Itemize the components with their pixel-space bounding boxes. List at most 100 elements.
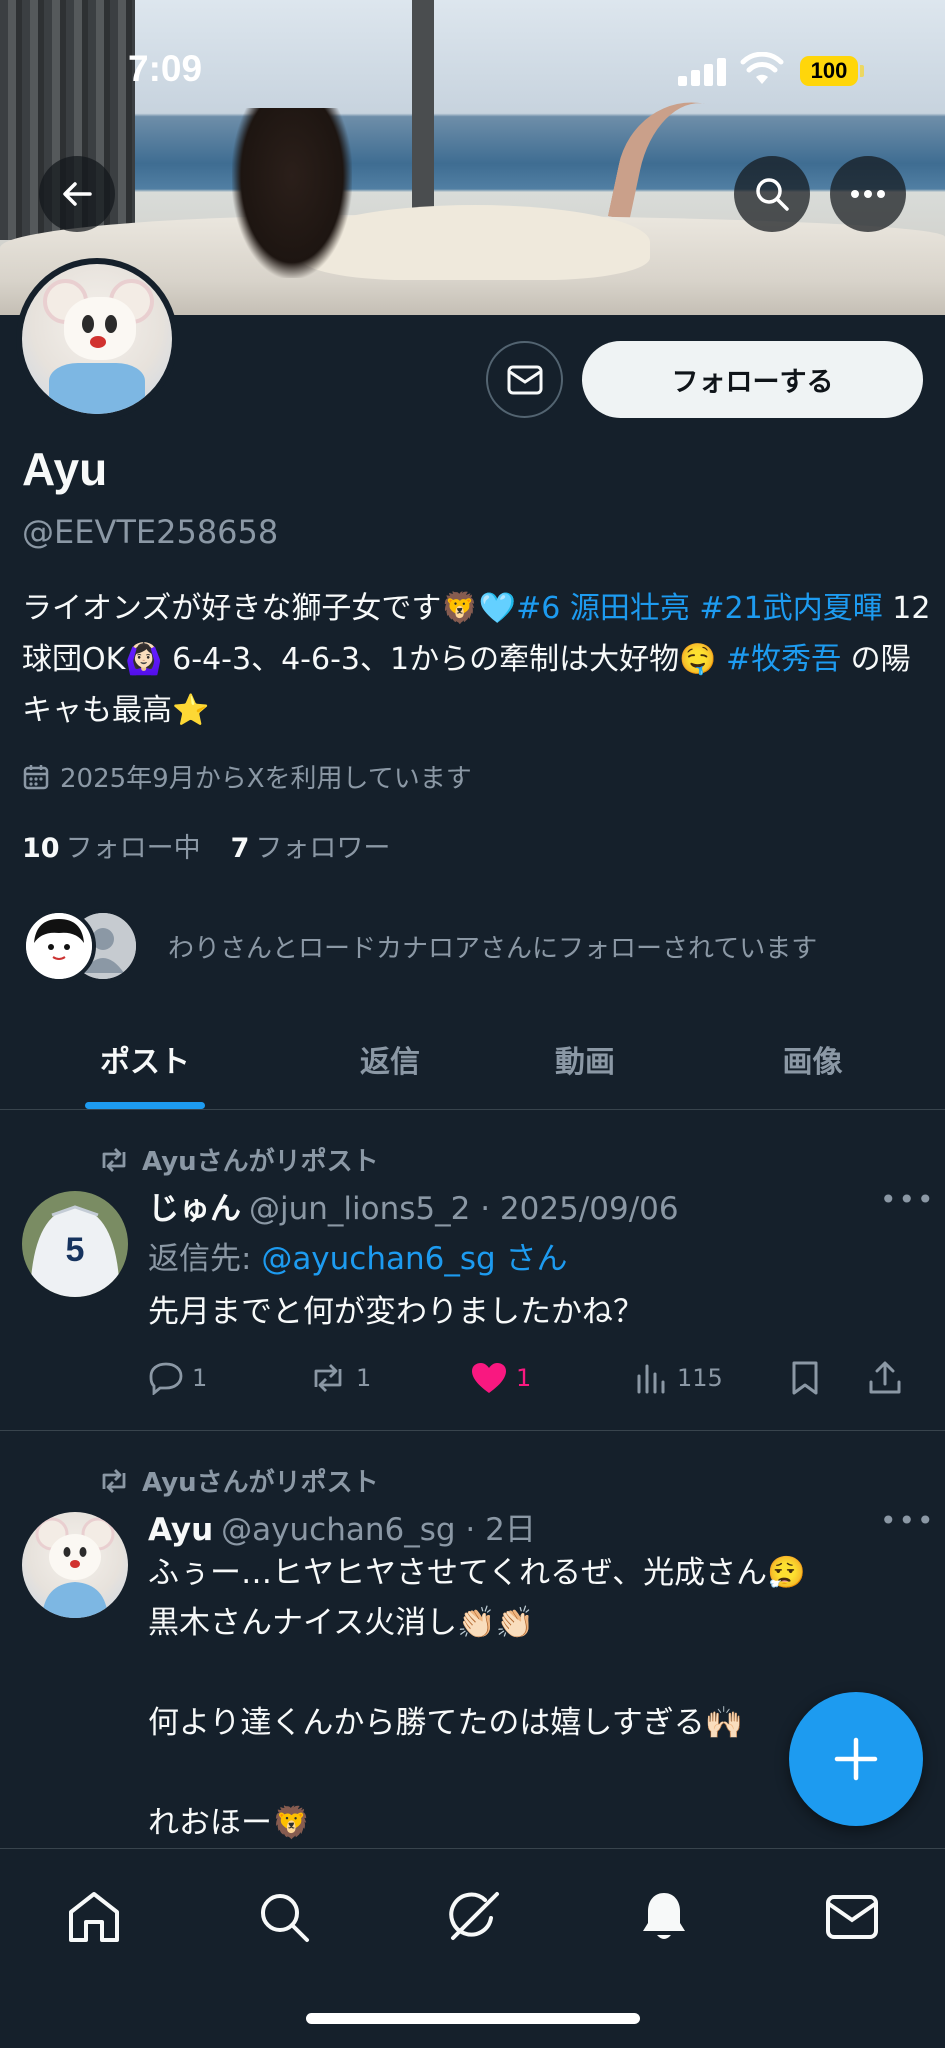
followers-label: フォロワー: [255, 833, 391, 864]
reply-to-link[interactable]: @ayuchan6_sg さん: [261, 1241, 567, 1277]
more-options-button[interactable]: [830, 156, 906, 232]
views-icon: [637, 1364, 665, 1394]
search-icon: [756, 178, 789, 211]
reply-button[interactable]: 1: [148, 1361, 308, 1395]
active-tab-indicator: [85, 1102, 205, 1109]
followed-by-text: わりさんとロードカナロアさんにフォローされています: [168, 933, 818, 964]
follow-button[interactable]: フォローする: [582, 341, 923, 418]
grok-icon: [449, 1892, 499, 1940]
back-button[interactable]: [39, 156, 115, 232]
message-button[interactable]: [486, 341, 563, 418]
reply-context: 返信先: @ayuchan6_sg さん: [148, 1233, 568, 1278]
heart-icon: [472, 1363, 506, 1393]
views-count: 115: [677, 1364, 723, 1392]
banner-figure-hair: [232, 108, 352, 278]
nav-grok[interactable]: [434, 1877, 514, 1957]
tab-videos[interactable]: 動画: [490, 1015, 680, 1109]
wifi-icon: [740, 52, 784, 84]
following-label: フォロー中: [65, 833, 201, 864]
plus-icon: [834, 1737, 878, 1781]
repost-icon: [102, 1147, 126, 1172]
mail-icon: [507, 365, 542, 394]
svg-text:5: 5: [66, 1231, 85, 1269]
search-button[interactable]: [734, 156, 810, 232]
post-author-name[interactable]: Ayu: [148, 1512, 213, 1548]
post-text: ふぅー…ヒヤヒヤさせてくれるぜ、光成さん😮‍💨 黒木さんナイス火消し👏🏻👏🏻 何…: [148, 1555, 806, 1841]
battery-tip: [860, 65, 864, 77]
profile-bio: ライオンズが好きな獅子女です🦁🩵#6 源田壮亮 #21武内夏暉 12球団OK🙆🏻…: [22, 583, 932, 736]
nav-explore[interactable]: [244, 1877, 324, 1957]
followers-link[interactable]: 7 フォロワー: [231, 826, 391, 865]
nav-notifications[interactable]: [624, 1877, 704, 1957]
profile-handle: @EEVTE258658: [22, 513, 279, 551]
views-button[interactable]: 115: [635, 1362, 790, 1394]
reply-icon: [149, 1362, 183, 1395]
tab-label: 動画: [555, 1045, 615, 1080]
follow-counts: 10 フォロー中 7 フォロワー: [22, 826, 390, 865]
status-bar: 7:09 100: [0, 0, 945, 110]
post-more-button[interactable]: •••: [880, 1504, 936, 1537]
status-time: 7:09: [128, 48, 203, 89]
follower-avatar: [22, 909, 96, 983]
repost-count: 1: [356, 1364, 372, 1392]
nav-messages[interactable]: [812, 1877, 892, 1957]
like-count: 1: [516, 1364, 532, 1392]
post-handle-date: @jun_lions5_2 · 2025/09/06: [249, 1191, 679, 1227]
more-icon: [851, 190, 885, 198]
bio-hashtag[interactable]: #21武内夏暉: [699, 591, 882, 626]
joined-date: 2025年9月からXを利用しています: [22, 758, 472, 795]
nav-home[interactable]: [54, 1877, 134, 1957]
post-author-name[interactable]: じゅん: [148, 1191, 241, 1227]
bio-hashtag[interactable]: #6 源田壮亮: [516, 591, 690, 626]
share-button[interactable]: [868, 1360, 902, 1396]
cellular-signal-icon: [678, 56, 728, 86]
bio-text: ライオンズが好きな獅子女です🦁🩵: [22, 591, 517, 626]
share-icon: [869, 1361, 901, 1394]
profile-avatar[interactable]: [16, 258, 178, 420]
mail-icon: [826, 1895, 878, 1939]
tab-replies[interactable]: 返信: [290, 1015, 490, 1109]
post-more-button[interactable]: •••: [880, 1183, 936, 1216]
like-button[interactable]: 1: [470, 1361, 635, 1395]
following-link[interactable]: 10 フォロー中: [22, 826, 201, 865]
reply-prefix: 返信先:: [148, 1241, 262, 1277]
post-author-avatar[interactable]: [22, 1512, 128, 1618]
battery-indicator: 100: [800, 56, 858, 86]
tab-label: 返信: [360, 1045, 420, 1080]
bio-hashtag[interactable]: #牧秀吾: [726, 642, 841, 677]
tab-images[interactable]: 画像: [680, 1015, 945, 1109]
compose-post-button[interactable]: [789, 1692, 923, 1826]
search-icon: [261, 1894, 309, 1942]
tab-label: ポスト: [100, 1045, 190, 1080]
post-author-avatar[interactable]: 5: [22, 1191, 128, 1297]
profile-name: Ayu: [22, 443, 108, 495]
calendar-icon: [23, 764, 49, 789]
repost-indicator: Ayuさんがリポスト: [98, 1462, 379, 1499]
followers-count: 7: [230, 833, 250, 864]
post-header: Ayu @ayuchan6_sg · 2日: [148, 1504, 536, 1549]
repost-by-text: Ayuさんがリポスト: [142, 1147, 379, 1177]
bookmark-button[interactable]: [790, 1360, 868, 1396]
profile-tabs: ポスト 返信 動画 画像: [0, 1015, 945, 1110]
tab-posts[interactable]: ポスト: [0, 1015, 290, 1109]
bookmark-icon: [792, 1361, 818, 1395]
post-actions: 1 1 1 115: [148, 1356, 928, 1400]
home-indicator: [306, 2013, 640, 2024]
reply-count: 1: [192, 1364, 208, 1392]
post-header: じゅん @jun_lions5_2 · 2025/09/06: [148, 1183, 679, 1228]
post-item[interactable]: Ayuさんがリポスト 5 じゅん @jun_lions5_2 · 2025/09/…: [0, 1111, 945, 1431]
tab-label: 画像: [782, 1045, 843, 1080]
post-text: 先月までと何が変わりましたかね？: [148, 1294, 644, 1330]
repost-by-text: Ayuさんがリポスト: [142, 1468, 379, 1498]
banner-figure-body: [300, 205, 650, 280]
post-handle-date: @ayuchan6_sg · 2日: [221, 1512, 536, 1548]
repost-indicator: Ayuさんがリポスト: [98, 1141, 379, 1178]
bell-icon: [643, 1893, 685, 1939]
followed-by-row[interactable]: わりさんとロードカナロアさんにフォローされています: [22, 906, 932, 986]
joined-text: 2025年9月からXを利用しています: [60, 764, 472, 794]
avatar-image: [22, 264, 172, 414]
back-arrow-icon: [63, 182, 92, 206]
repost-button[interactable]: 1: [308, 1362, 470, 1394]
following-count: 10: [22, 833, 60, 864]
home-icon: [69, 1892, 119, 1942]
